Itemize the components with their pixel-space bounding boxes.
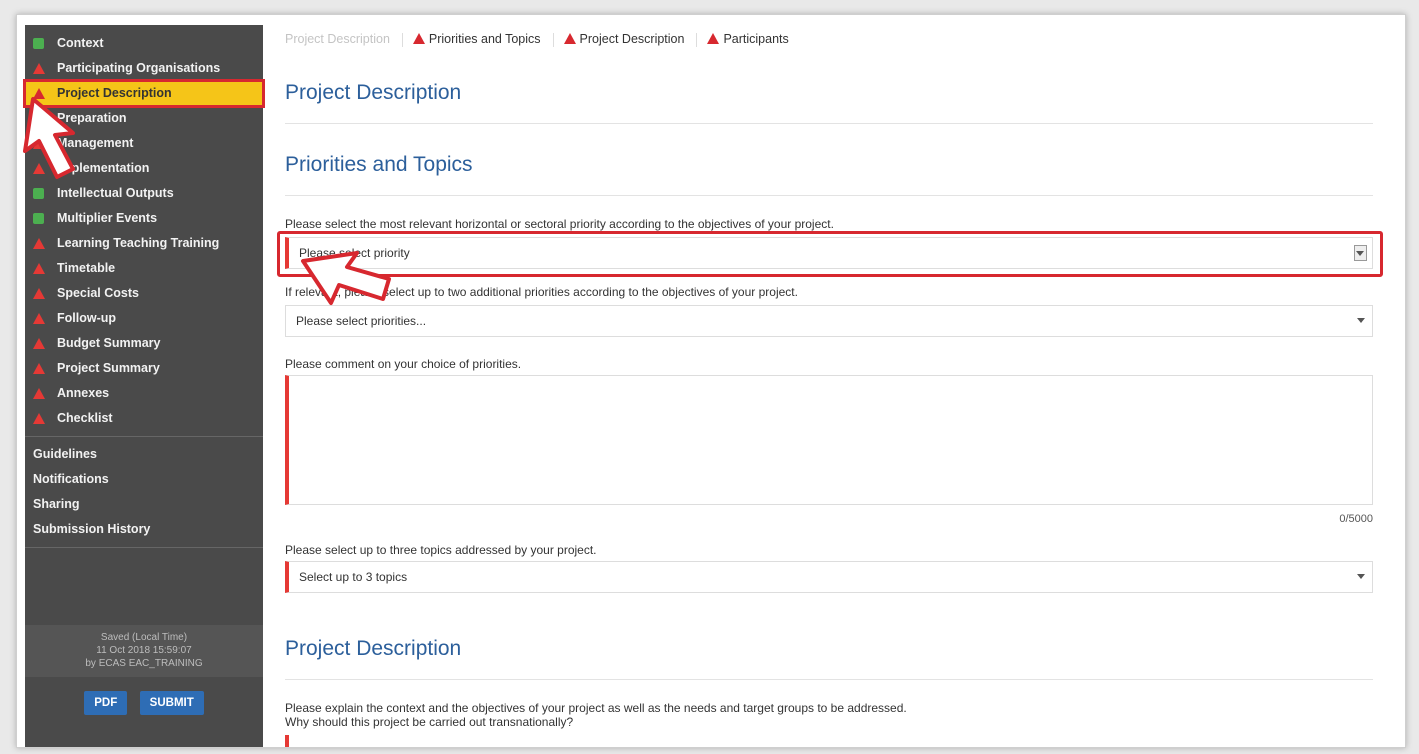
- pdf-button[interactable]: PDF: [84, 691, 128, 715]
- link-sharing[interactable]: Sharing: [25, 492, 263, 517]
- warning-icon: [33, 363, 45, 374]
- chevron-down-icon: [1357, 318, 1365, 323]
- topics-select-value: Select up to 3 topics: [299, 570, 408, 584]
- sidebar-item-intellectual-outputs[interactable]: Intellectual Outputs: [25, 181, 263, 206]
- crumb-separator: [696, 32, 698, 47]
- sidebar-item-special-costs[interactable]: Special Costs: [25, 281, 263, 306]
- link-guidelines[interactable]: Guidelines: [25, 442, 263, 467]
- saved-title: Saved (Local Time): [100, 632, 188, 643]
- warning-icon: [707, 33, 720, 44]
- sidebar-item-label: Budget Summary: [57, 336, 161, 350]
- main-content: Project Description Priorities and Topics…: [277, 25, 1395, 747]
- sidebar-divider: [25, 547, 263, 548]
- sidebar-item-label: Context: [57, 36, 104, 50]
- action-buttons: PDF SUBMIT: [25, 691, 263, 715]
- link-submission-history[interactable]: Submission History: [25, 517, 263, 542]
- section-heading-priorities: Priorities and Topics: [285, 153, 473, 176]
- sidebar-item-label: Checklist: [57, 411, 113, 425]
- crumb-project-description[interactable]: Project Description: [563, 25, 693, 53]
- divider: [285, 123, 1373, 124]
- check-icon: [33, 38, 44, 49]
- additional-priorities-select[interactable]: Please select priorities...: [285, 305, 1373, 337]
- divider: [285, 679, 1373, 680]
- divider: [285, 195, 1373, 196]
- warning-icon: [33, 63, 45, 74]
- sidebar-item-learning-teaching-training[interactable]: Learning Teaching Training: [25, 231, 263, 256]
- sidebar-item-label: Special Costs: [57, 286, 139, 300]
- crumb-project-description-faded[interactable]: Project Description: [285, 25, 398, 53]
- comment-label: Please comment on your choice of priorit…: [285, 357, 522, 371]
- sidebar-item-project-summary[interactable]: Project Summary: [25, 356, 263, 381]
- desc-label-1: Please explain the context and the objec…: [285, 701, 907, 715]
- topics-select[interactable]: Select up to 3 topics: [285, 561, 1373, 593]
- chevron-down-icon: [1357, 574, 1365, 579]
- page-title: Project Description: [285, 81, 462, 104]
- warning-icon: [33, 338, 45, 349]
- check-icon: [33, 188, 44, 199]
- sidebar-item-budget-summary[interactable]: Budget Summary: [25, 331, 263, 356]
- sidebar-item-multiplier-events[interactable]: Multiplier Events: [25, 206, 263, 231]
- crumb-separator: [552, 32, 554, 47]
- sidebar-item-annexes[interactable]: Annexes: [25, 381, 263, 406]
- link-notifications[interactable]: Notifications: [25, 467, 263, 492]
- desc-label-2: Why should this project be carried out t…: [285, 715, 574, 729]
- crumb-participants[interactable]: Participants: [707, 25, 796, 53]
- crumb-label: Project Description: [285, 32, 390, 46]
- warning-icon: [563, 33, 576, 44]
- warning-icon: [33, 263, 45, 274]
- sidebar-item-label: Participating Organisations: [57, 61, 221, 75]
- section-heading-project-description: Project Description: [285, 637, 462, 660]
- warning-icon: [33, 388, 45, 399]
- sidebar-item-label: Timetable: [57, 261, 116, 275]
- crumb-separator: [401, 32, 403, 47]
- check-icon: [33, 213, 44, 224]
- warning-icon: [33, 313, 45, 324]
- crumb-label: Project Description: [579, 32, 685, 46]
- warning-icon: [33, 413, 45, 424]
- sidebar-item-label: Project Summary: [57, 361, 160, 375]
- pointer-arrow-sidebar: [23, 97, 75, 179]
- warning-icon: [33, 288, 45, 299]
- warning-icon: [33, 238, 45, 249]
- sidebar-item-label: Learning Teaching Training: [57, 236, 220, 250]
- sidebar-item-checklist[interactable]: Checklist: [25, 406, 263, 431]
- sidebar-divider: [25, 436, 263, 437]
- pointer-arrow-select: [301, 251, 391, 305]
- comment-textarea[interactable]: [285, 375, 1373, 505]
- warning-icon: [412, 33, 425, 44]
- application-window: Context Participating Organisations Proj…: [16, 14, 1406, 748]
- char-counter: 0/5000: [1339, 513, 1373, 525]
- saved-user: by ECAS EAC_TRAINING: [85, 658, 203, 669]
- crumb-label: Participants: [723, 32, 789, 46]
- sidebar-item-follow-up[interactable]: Follow-up: [25, 306, 263, 331]
- sidebar-item-timetable[interactable]: Timetable: [25, 256, 263, 281]
- sidebar-item-label: Annexes: [57, 386, 110, 400]
- priority-label: Please select the most relevant horizont…: [285, 217, 834, 231]
- sidebar-item-participating-organisations[interactable]: Participating Organisations: [25, 56, 263, 81]
- crumb-label: Priorities and Topics: [428, 32, 541, 46]
- sidebar-nav: Context Participating Organisations Proj…: [23, 25, 265, 431]
- sidebar-links: Guidelines Notifications Sharing Submiss…: [25, 442, 263, 542]
- sidebar-item-label: Follow-up: [57, 311, 117, 325]
- saved-status: Saved (Local Time) 11 Oct 2018 15:59:07 …: [25, 625, 263, 677]
- sidebar-item-label: Multiplier Events: [57, 211, 158, 225]
- saved-timestamp: 11 Oct 2018 15:59:07: [96, 645, 192, 656]
- priority-highlight: [277, 231, 1383, 277]
- breadcrumb: Project Description Priorities and Topics…: [285, 25, 1395, 53]
- submit-button[interactable]: SUBMIT: [139, 691, 204, 715]
- desc-textarea[interactable]: [285, 735, 289, 747]
- crumb-priorities-and-topics[interactable]: Priorities and Topics: [412, 25, 549, 53]
- sidebar-item-label: Intellectual Outputs: [57, 186, 174, 200]
- topics-label: Please select up to three topics address…: [285, 543, 597, 557]
- sidebar-item-context[interactable]: Context: [25, 31, 263, 56]
